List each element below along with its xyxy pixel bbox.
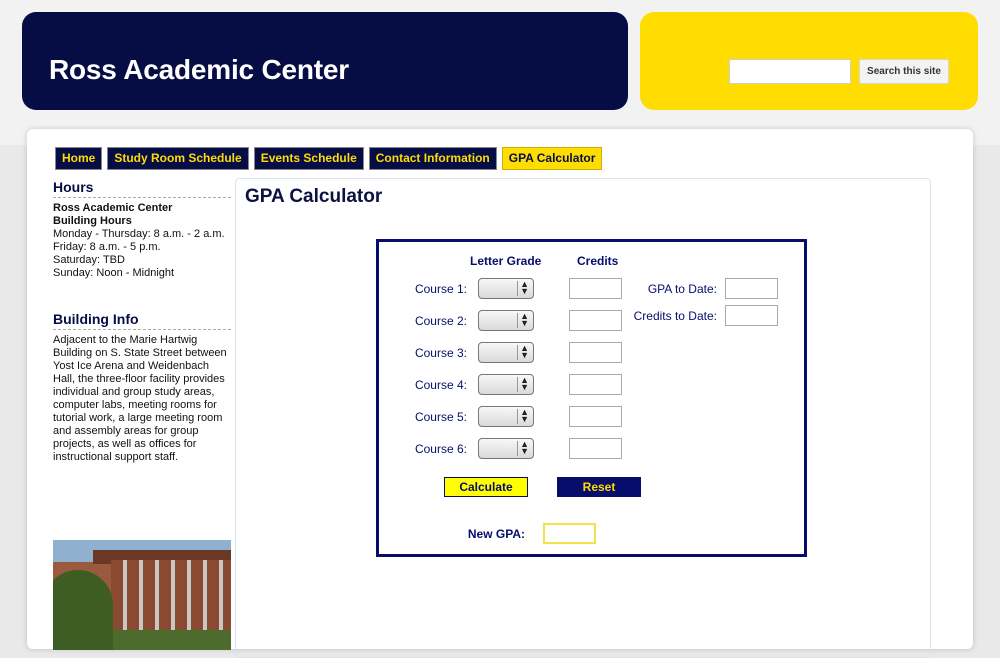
credits-to-date-input[interactable] (725, 305, 778, 326)
gpa-to-date-label: GPA to Date: (647, 282, 717, 296)
letter-grade-header: Letter Grade (470, 254, 542, 268)
photo-building (111, 560, 231, 630)
credits-header: Credits (577, 254, 619, 268)
course-1-label: Course 1: (414, 282, 467, 296)
search-panel: Search this site (640, 12, 978, 110)
select-arrows-icon: ▲ ▼ (520, 279, 529, 296)
course-2-credits-input[interactable] (569, 310, 622, 331)
main-content: GPA Calculator Letter Grade Credits Cour… (235, 178, 931, 658)
select-arrows-icon: ▲ ▼ (520, 407, 529, 424)
course-5-grade-select[interactable]: ▲ ▼ (478, 406, 534, 427)
reset-button[interactable]: Reset (557, 477, 641, 497)
hours-building-name: Ross Academic Center (53, 202, 173, 214)
main-nav: Home Study Room Schedule Events Schedule… (55, 147, 607, 170)
course-1-grade-select[interactable]: ▲ ▼ (478, 278, 534, 299)
hours-block: Ross Academic Center Building Hours Mond… (53, 202, 231, 280)
course-5-credits-input[interactable] (569, 406, 622, 427)
search-input[interactable] (729, 59, 851, 84)
select-arrows-icon: ▲ ▼ (520, 311, 529, 328)
course-1-credits-input[interactable] (569, 278, 622, 299)
course-6-grade-select[interactable]: ▲ ▼ (478, 438, 534, 459)
page-title: GPA Calculator (245, 186, 383, 207)
course-2-label: Course 2: (414, 314, 467, 328)
course-4-grade-select[interactable]: ▲ ▼ (478, 374, 534, 395)
nav-tab-study-room-schedule[interactable]: Study Room Schedule (107, 147, 249, 170)
gpa-calculator-form: Letter Grade Credits Course 1: ▲ ▼ Course… (376, 239, 807, 557)
gpa-to-date-input[interactable] (725, 278, 778, 299)
sidebar: Hours Ross Academic Center Building Hour… (53, 179, 231, 464)
new-gpa-label: New GPA: (467, 527, 525, 541)
hours-subheading: Building Hours (53, 215, 132, 227)
hours-heading: Hours (53, 179, 231, 198)
building-info-heading: Building Info (53, 311, 231, 330)
course-6-label: Course 6: (414, 442, 467, 456)
hours-line: Saturday: TBD (53, 254, 125, 266)
nav-tab-events-schedule[interactable]: Events Schedule (253, 147, 364, 170)
course-2-grade-select[interactable]: ▲ ▼ (478, 310, 534, 331)
select-arrows-icon: ▲ ▼ (520, 343, 529, 360)
site-title[interactable]: Ross Academic Center (49, 54, 349, 86)
new-gpa-output[interactable] (543, 523, 596, 544)
photo-tree (53, 570, 113, 650)
course-3-grade-select[interactable]: ▲ ▼ (478, 342, 534, 363)
building-info-text: Adjacent to the Marie Hartwig Building o… (53, 334, 227, 463)
course-3-label: Course 3: (414, 346, 467, 360)
nav-tab-contact-information[interactable]: Contact Information (368, 147, 497, 170)
calculate-button[interactable]: Calculate (444, 477, 528, 497)
course-5-label: Course 5: (414, 410, 467, 424)
course-4-credits-input[interactable] (569, 374, 622, 395)
nav-tab-gpa-calculator[interactable]: GPA Calculator (501, 147, 603, 170)
content-card: Home Study Room Schedule Events Schedule… (27, 129, 973, 658)
course-3-credits-input[interactable] (569, 342, 622, 363)
building-photo (53, 540, 231, 650)
select-arrows-icon: ▲ ▼ (520, 439, 529, 456)
hours-line: Friday: 8 a.m. - 5 p.m. (53, 241, 161, 253)
credits-to-date-label: Credits to Date: (633, 309, 717, 323)
course-4-label: Course 4: (414, 378, 467, 392)
course-6-credits-input[interactable] (569, 438, 622, 459)
nav-tab-home[interactable]: Home (55, 147, 103, 170)
hours-line: Monday - Thursday: 8 a.m. - 2 a.m. (53, 228, 225, 240)
search-button[interactable]: Search this site (859, 59, 949, 84)
hours-line: Sunday: Noon - Midnight (53, 267, 175, 279)
site-header-banner: Ross Academic Center (22, 12, 628, 110)
select-arrows-icon: ▲ ▼ (520, 375, 529, 392)
